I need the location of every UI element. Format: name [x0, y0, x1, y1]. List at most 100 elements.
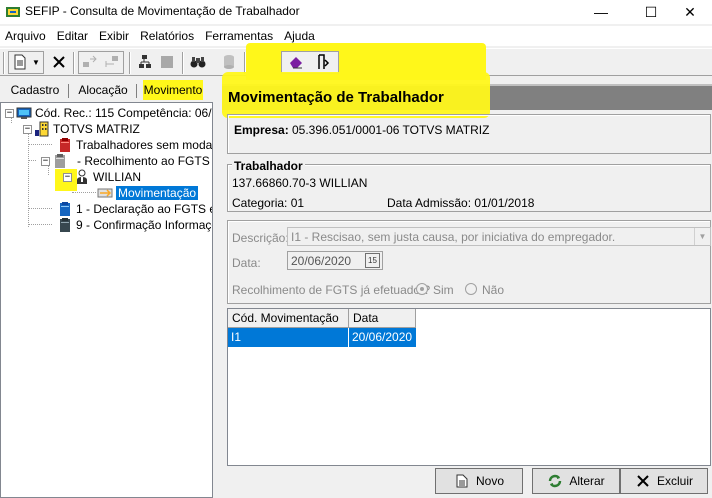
tree-icon[interactable] [135, 52, 155, 72]
move2-disabled-icon[interactable] [102, 52, 122, 72]
gray-folder-icon [52, 153, 68, 169]
panel-header: Movimentação de Trabalhador [222, 72, 712, 118]
dark-folder-icon [57, 217, 73, 233]
move-disabled-icon[interactable] [80, 52, 100, 72]
person-icon [74, 169, 90, 185]
tree-company-label: TOTVS MATRIZ [53, 122, 140, 136]
collapse-icon[interactable]: − [41, 156, 50, 166]
minimize-button[interactable]: — [578, 0, 624, 24]
sim-label: Sim [433, 283, 454, 297]
tab-movimento[interactable]: Movimento [143, 80, 203, 100]
detail-panel: Movimentação de Trabalhador Empresa: 05.… [222, 72, 712, 498]
tree-item-label: 1 - Declaração ao FGTS e à [76, 202, 213, 216]
menu-exibir[interactable]: Exibir [94, 26, 135, 46]
refresh-icon [547, 473, 563, 489]
tab-separator [68, 84, 69, 98]
window-title: SEFIP - Consulta de Movimentação de Trab… [25, 4, 300, 18]
recolhimento-label: Recolhimento de FGTS já efetuado ? [232, 283, 431, 297]
toolbar-separator [129, 52, 131, 74]
novo-label: Novo [475, 474, 504, 488]
dropdown-arrow-icon[interactable]: ▼ [30, 52, 42, 72]
tree-row-trabalhadores[interactable]: Trabalhadores sem modalid [57, 137, 213, 153]
tree-row-declaracao[interactable]: 1 - Declaração ao FGTS e à [57, 201, 213, 217]
blue-folder-icon [57, 201, 73, 217]
sim-radio[interactable] [416, 283, 428, 295]
movement-icon [97, 185, 113, 201]
excluir-button[interactable]: Excluir [620, 468, 708, 494]
delete-icon [635, 473, 651, 489]
database-disabled-icon[interactable] [219, 52, 239, 72]
tree-line [72, 192, 96, 193]
new-document-icon[interactable] [10, 52, 30, 72]
tab-cadastro[interactable]: Cadastro [6, 80, 64, 100]
tab-alocacao[interactable]: Alocação [74, 80, 132, 100]
title-bar: SEFIP - Consulta de Movimentação de Trab… [0, 0, 712, 24]
delete-icon[interactable] [49, 52, 69, 72]
computer-icon [16, 105, 32, 121]
nao-radio[interactable] [465, 283, 477, 295]
sefip-app-icon [5, 4, 21, 20]
tree-item-label: - Recolhimento ao FGTS [77, 154, 210, 168]
trabalhador-value: 137.66860.70-3 WILLIAN [232, 176, 368, 190]
data-label: Data: [232, 256, 261, 270]
grid-header-data[interactable]: Data [349, 309, 416, 328]
collapse-icon[interactable]: − [63, 172, 72, 182]
tree-panel[interactable]: − Cód. Rec.: 115 Competência: 06/20 − TO… [0, 102, 213, 498]
close-button[interactable]: ✕ [667, 0, 712, 24]
data-field[interactable]: 20/06/2020 15 [287, 251, 383, 270]
data-value: 20/06/2020 [291, 254, 352, 268]
tree-row-willian[interactable]: − WILLIAN [63, 169, 141, 185]
tree-row-root[interactable]: − Cód. Rec.: 115 Competência: 06/20 [5, 105, 213, 121]
movimentos-grid[interactable]: Cód. Movimentação Data I1 20/06/2020 [227, 308, 711, 466]
tree-row-confirmacao[interactable]: 9 - Confirmação Informaçõe [57, 217, 213, 233]
chevron-down-icon[interactable]: ▼ [694, 228, 710, 245]
exit-icon[interactable] [313, 52, 333, 72]
empresa-box: Empresa: 05.396.051/0001-06 TOTVS MATRIZ [227, 114, 711, 154]
eraser-icon[interactable] [286, 52, 306, 72]
alterar-label: Alterar [569, 474, 605, 488]
trabalhador-box: Trabalhador 137.66860.70-3 WILLIAN Categ… [227, 159, 711, 212]
empresa-label: Empresa: [234, 123, 289, 137]
menu-editar[interactable]: Editar [52, 26, 94, 46]
tree-item-label: Trabalhadores sem modalid [76, 138, 213, 152]
toolbar-separator [182, 52, 184, 74]
tree-line [28, 160, 36, 161]
tree-item-label: Movimentação [116, 186, 199, 200]
tree-root-label: Cód. Rec.: 115 Competência: 06/20 [35, 106, 213, 120]
nao-label: Não [482, 283, 505, 297]
collapse-icon[interactable]: − [23, 124, 32, 134]
tree-item-label: WILLIAN [93, 170, 142, 184]
grid-cell-codigo[interactable]: I1 [228, 328, 349, 347]
button-bar: Novo Alterar Excluir [222, 466, 712, 498]
calendar-icon[interactable]: 15 [365, 253, 380, 268]
toolbar-separator [73, 52, 75, 74]
data-admissao-value: Data Admissão: 01/01/2018 [387, 196, 535, 210]
building-icon [34, 121, 50, 137]
descricao-combo[interactable]: I1 - Rescisao, sem justa causa, por inic… [287, 227, 711, 246]
grid-header-codigo[interactable]: Cód. Movimentação [228, 309, 349, 328]
tree-row-recolhimento[interactable]: − - Recolhimento ao FGTS [41, 153, 210, 169]
stop-disabled-icon[interactable] [157, 52, 177, 72]
left-tab-strip: Cadastro Alocação Movimento [0, 80, 215, 100]
tree-item-label: 9 - Confirmação Informaçõe [76, 218, 213, 232]
tree-row-movimentacao[interactable]: Movimentação [97, 185, 199, 201]
menu-arquivo[interactable]: Arquivo [0, 26, 52, 46]
alterar-button[interactable]: Alterar [532, 468, 620, 494]
grid-cell-data[interactable]: 20/06/2020 [349, 328, 416, 347]
tree-line [28, 224, 52, 225]
tree-line [28, 208, 52, 209]
tree-row-company[interactable]: − TOTVS MATRIZ [23, 121, 140, 137]
excluir-label: Excluir [656, 474, 693, 488]
new-document-icon [454, 473, 470, 489]
collapse-icon[interactable]: − [5, 108, 14, 118]
movimento-form: Descrição: I1 - Rescisao, sem justa caus… [227, 220, 711, 304]
empresa-value: 05.396.051/0001-06 TOTVS MATRIZ [292, 123, 490, 137]
red-folder-icon [57, 137, 73, 153]
tree-line [28, 144, 52, 145]
tab-separator [136, 84, 137, 98]
splitter[interactable] [214, 80, 222, 498]
binoculars-icon[interactable] [188, 52, 208, 72]
panel-title: Movimentação de Trabalhador [228, 89, 444, 106]
novo-button[interactable]: Novo [435, 468, 523, 494]
menu-relatorios[interactable]: Relatórios [135, 26, 200, 46]
